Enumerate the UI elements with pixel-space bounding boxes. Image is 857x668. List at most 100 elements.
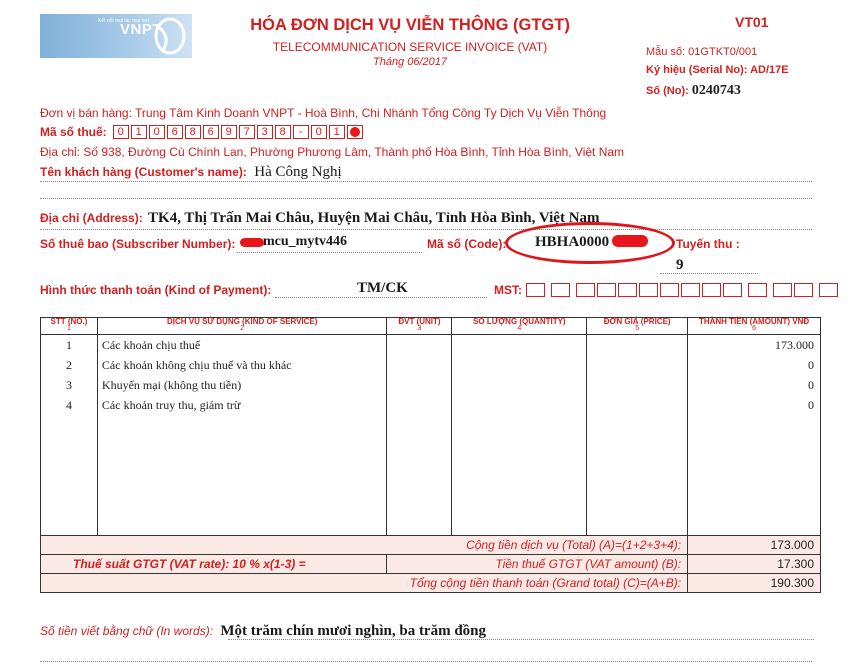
column-header-number: 6 [752,325,756,332]
tax-digit-box: 6 [166,125,183,139]
tax-code-label: Mã số thuế: [40,125,107,139]
invoice-number-label: Số (No): [646,85,689,97]
invoice-subtitle: TELECOMMUNICATION SERVICE INVOICE (VAT) [272,40,548,54]
column-amount: 173.000 0 0 0 [687,334,821,536]
grand-total-value: 190.300 [687,573,821,593]
subscriber-value: mcu_mytv446 [263,234,347,249]
total-row: Cộng tiền dịch vụ (Total) (A)=(1+2+3+4):… [39,535,821,555]
words-value: Một trăm chín mươi nghìn, ba trăm đồng [220,623,487,639]
column-price [586,334,689,536]
divider [275,297,487,298]
payment-value: TM/CK [357,280,408,296]
tax-digit-box: 9 [220,125,237,139]
mst-box [597,283,616,297]
customer-name: Tên khách hàng (Customer's name): Hà Côn… [40,164,342,181]
invoice-month: Tháng 06/2017 [372,56,447,68]
tax-digit-box: 1 [328,125,345,139]
grand-total-row: Tổng cộng tiền thanh toán (Grand total) … [39,573,821,593]
column-header: DỊCH VỤ SỬ DỤNG (KIND OF SERVICE) 2 [96,317,388,335]
invoice-number-value: 0240743 [691,83,741,98]
seller-address: Địa chỉ: Số 938, Đường Cù Chính Lan, Phư… [40,145,625,159]
tax-digit-box [346,125,363,139]
mst-box [723,283,742,297]
subscriber-number: Số thuê bao (Subscriber Number): [40,237,235,251]
customer-address: Địa chỉ (Address): TK4, Thị Trấn Mai Châ… [40,210,600,227]
table-cell-service: Các khoản truy thu, giảm trừ [101,398,241,412]
mst-box [639,283,658,297]
table-cell-amount: 0 [808,398,814,412]
words-label: Số tiền viết bằng chữ (In words): [40,624,214,638]
table-cell-amount: 0 [808,378,814,392]
invoice-number: Số (No): 0240743 [646,83,741,99]
customer-name-label: Tên khách hàng (Customer's name): [40,165,247,179]
divider [40,198,812,199]
mst-box [773,283,792,297]
mst-box [794,283,813,297]
tax-digit-box: 6 [202,125,219,139]
mst-box [748,283,767,297]
table-cell-no: 4 [65,398,72,412]
column-header: THÀNH TIỀN (AMOUNT) VNĐ 6 [687,317,821,335]
serial-number: Ký hiệu (Serial No): AD/17E [646,64,789,76]
table-cell-no: 2 [65,358,72,372]
mst-box [660,283,679,297]
invoice-title: HÓA ĐƠN DỊCH VỤ VIỄN THÔNG (GTGT) [250,16,570,34]
divider [237,252,422,253]
column-service: Các khoản chịu thuế Các khoản không chịu … [96,334,388,536]
column-header-number: 1 [67,325,71,332]
vat-row: Thuế suất GTGT (VAT rate): 10 % x(1-3) =… [39,554,821,574]
table-body: 1 2 3 4 Các khoản chịu thuế Các khoản không … [40,334,821,536]
column-header: ĐVT (UNIT) 3 [386,317,453,335]
column-header-number: 3 [417,325,422,332]
mst-label: MST: [494,283,522,297]
vat-rate-label: Thuế suất GTGT (VAT rate): 10 % x(1-3) = [39,554,388,574]
mst-box [702,283,721,297]
tax-digit-box: 8 [274,125,291,139]
seller-unit: Đơn vị bán hàng: Trung Tâm Kinh Doanh VN… [40,106,607,120]
invoice-code: VT01 [735,14,769,30]
tax-digit-box: 0 [310,125,327,139]
grand-total-label: Tổng cộng tiền thanh toán (Grand total) … [39,573,689,593]
form-number: Mẫu số: 01GTKT0/001 [646,46,758,58]
column-header: SỐ LƯỢNG (QUANTITY) 4 [451,317,588,335]
customer-address-value: TK4, Thị Trấn Mai Châu, Huyện Mai Châu, … [148,210,600,226]
mst-box [551,283,570,297]
mst-box [526,283,545,297]
divider [228,639,814,640]
mst-box [576,283,595,297]
subscriber-label: Số thuê bao (Subscriber Number): [40,237,236,251]
column-no: 1 2 3 4 [40,334,98,536]
table-cell-no: 3 [65,378,72,392]
total-value: 173.000 [687,535,821,555]
seller-tax-code: Mã số thuế: 0106869738-01 [40,125,365,139]
tax-digit-box: 0 [148,125,165,139]
table-cell-service: Các khoản không chịu thuế và thu khác [101,358,292,372]
table-cell-amount: 0 [808,358,814,372]
payment-kind: Hình thức thanh toán (Kind of Payment): [40,283,271,297]
mst-box [618,283,637,297]
column-header-number: 4 [517,325,522,332]
divider [40,661,812,662]
table-header: STT (NO.) 1 DỊCH VỤ SỬ DỤNG (KIND OF SERVI… [40,317,821,335]
column-unit [386,334,453,536]
tax-code-boxes: 0106869738-01 [112,125,365,139]
tax-digit-box: 7 [238,125,255,139]
route-value: 9 [676,257,684,273]
amount-in-words: Số tiền viết bằng chữ (In words): Một tr… [40,623,486,640]
tax-digit-box: 3 [256,125,273,139]
divider [40,181,812,182]
route-label: Tuyến thu : [676,237,740,251]
column-header-number: 5 [635,325,640,332]
vat-amount-value: 17.300 [687,554,821,574]
column-header-number: 2 [240,325,245,332]
payment-label: Hình thức thanh toán (Kind of Payment): [40,283,272,297]
invoice-table: STT (NO.) 1 DỊCH VỤ SỬ DỤNG (KIND OF SERVI… [39,317,821,593]
customer-address-label: Địa chỉ (Address): [40,211,143,225]
mst-boxes [526,283,844,297]
table-cell-service: Khuyến mại (không thu tiền) [101,378,242,392]
code-label: Mã số (Code): [427,237,507,251]
column-header: STT (NO.) 1 [40,317,98,335]
tax-digit-box: 1 [130,125,147,139]
tax-digit-box: 8 [184,125,201,139]
table-cell-service: Các khoản chịu thuế [101,338,201,352]
